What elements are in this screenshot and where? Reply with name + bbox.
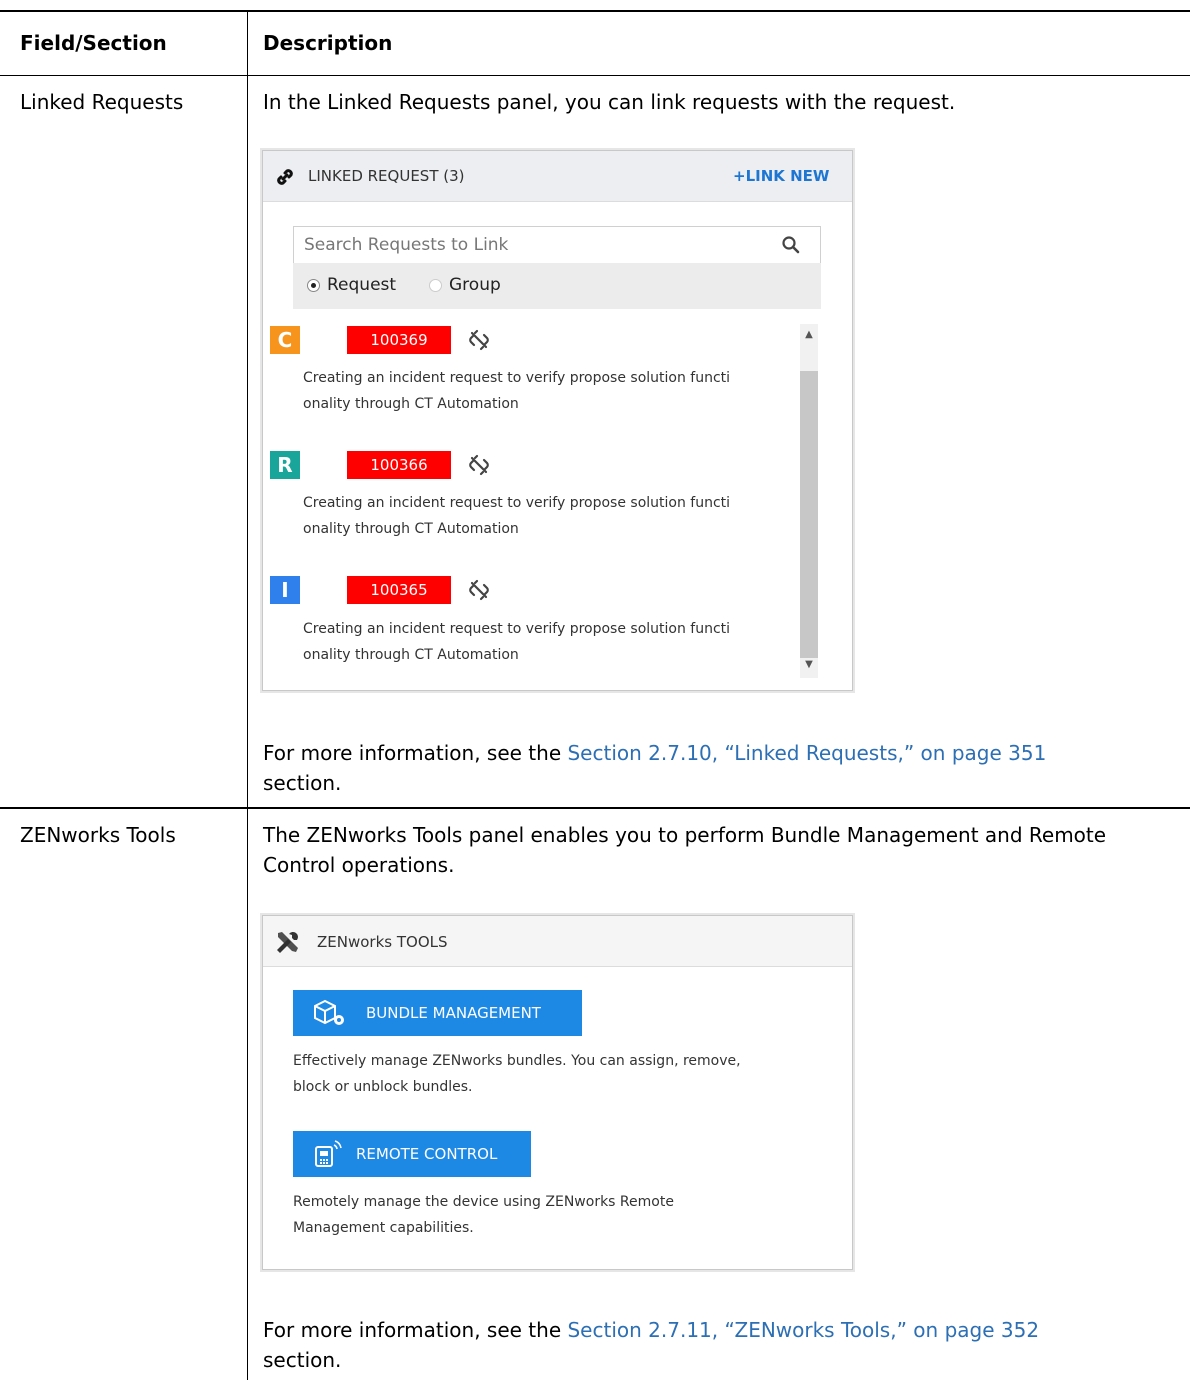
header-field-section: Field/Section <box>20 31 167 55</box>
row-divider <box>0 807 1190 809</box>
incident-type-icon: I <box>270 576 300 604</box>
change-type-icon: C <box>270 326 300 354</box>
remote-control-icon <box>315 1140 342 1167</box>
scroll-down-icon[interactable]: ▼ <box>800 659 818 670</box>
request-description-line: onality through CT Automation <box>303 521 519 537</box>
request-description-line: Creating an incident request to verify p… <box>303 370 731 386</box>
header-description: Description <box>263 31 393 55</box>
column-divider <box>247 10 248 1380</box>
request-description: Creating an incident request to verify p… <box>303 490 793 542</box>
radio-request-label: Request <box>327 275 397 295</box>
request-id-badge[interactable]: 100365 <box>347 576 451 604</box>
unlink-icon[interactable] <box>468 579 490 601</box>
zenworks-tools-more-info: For more information, see the Section 2.… <box>263 1315 1163 1375</box>
request-type-icon: R <box>270 451 300 479</box>
link-icon <box>277 169 293 185</box>
request-description: Creating an incident request to verify p… <box>303 365 793 417</box>
unlink-icon[interactable] <box>468 329 490 351</box>
linked-requests-more-info: For more information, see the Section 2.… <box>263 738 1163 798</box>
request-description-line: onality through CT Automation <box>303 396 519 412</box>
request-description-line: Creating an incident request to verify p… <box>303 495 731 511</box>
request-description-line: Creating an incident request to verify p… <box>303 621 731 637</box>
more-info-suffix: section. <box>263 1348 342 1372</box>
linked-request-panel: LINKED REQUEST (3) +LINK NEW Search Requ… <box>262 150 853 691</box>
bundle-management-label: BUNDLE MANAGEMENT <box>366 1004 541 1022</box>
tools-icon <box>277 932 298 953</box>
radio-request[interactable] <box>307 279 320 292</box>
radio-group[interactable] <box>429 279 442 292</box>
remote-control-description: Remotely manage the device using ZENwork… <box>293 1189 813 1241</box>
search-icon[interactable] <box>781 235 801 255</box>
more-info-suffix: section. <box>263 771 342 795</box>
remote-description-line: Management capabilities. <box>293 1220 474 1236</box>
request-id-badge[interactable]: 100366 <box>347 451 451 479</box>
bundle-description-line: Effectively manage ZENworks bundles. You… <box>293 1053 741 1069</box>
request-id-badge[interactable]: 100369 <box>347 326 451 354</box>
unlink-icon[interactable] <box>468 454 490 476</box>
link-new-button[interactable]: +LINK NEW <box>733 167 829 185</box>
request-description: Creating an incident request to verify p… <box>303 616 793 668</box>
bundle-gear-icon <box>314 999 344 1025</box>
search-placeholder: Search Requests to Link <box>304 235 509 255</box>
request-description-line: onality through CT Automation <box>303 647 519 663</box>
radio-group-label: Group <box>449 275 501 295</box>
zenworks-tools-header: ZENworks TOOLS <box>263 916 852 967</box>
row-zenworks-tools-intro: The ZENworks Tools panel enables you to … <box>263 823 1107 877</box>
zenworks-tools-section-link[interactable]: Section 2.7.11, “ZENworks Tools,” on pag… <box>567 1318 1039 1342</box>
bundle-description-line: block or unblock bundles. <box>293 1079 473 1095</box>
remote-description-line: Remotely manage the device using ZENwork… <box>293 1194 674 1210</box>
row-zenworks-tools-field: ZENworks Tools <box>20 823 176 847</box>
zenworks-tools-title: ZENworks TOOLS <box>317 933 448 951</box>
zenworks-tools-panel: ZENworks TOOLS BUNDLE MANAGEMENT Effecti… <box>262 915 853 1270</box>
bundle-management-description: Effectively manage ZENworks bundles. You… <box>293 1048 813 1100</box>
linked-requests-section-link[interactable]: Section 2.7.10, “Linked Requests,” on pa… <box>567 741 1046 765</box>
linked-request-header: LINKED REQUEST (3) +LINK NEW <box>263 151 852 202</box>
more-info-prefix: For more information, see the <box>263 741 568 765</box>
more-info-prefix: For more information, see the <box>263 1318 568 1342</box>
linked-request-title: LINKED REQUEST (3) <box>308 167 465 185</box>
table-top-rule <box>0 10 1190 12</box>
scrollbar-thumb[interactable] <box>800 371 818 658</box>
scroll-up-icon[interactable]: ▲ <box>800 329 818 340</box>
link-type-radio-group: Request Group <box>293 263 821 309</box>
header-bottom-rule <box>0 75 1190 76</box>
row-linked-requests-field: Linked Requests <box>20 90 184 114</box>
row-linked-requests-intro: In the Linked Requests panel, you can li… <box>263 90 956 114</box>
bundle-management-button[interactable]: BUNDLE MANAGEMENT <box>293 990 582 1036</box>
remote-control-label: REMOTE CONTROL <box>356 1145 498 1163</box>
remote-control-button[interactable]: REMOTE CONTROL <box>293 1131 531 1177</box>
search-requests-input[interactable]: Search Requests to Link <box>293 226 821 264</box>
